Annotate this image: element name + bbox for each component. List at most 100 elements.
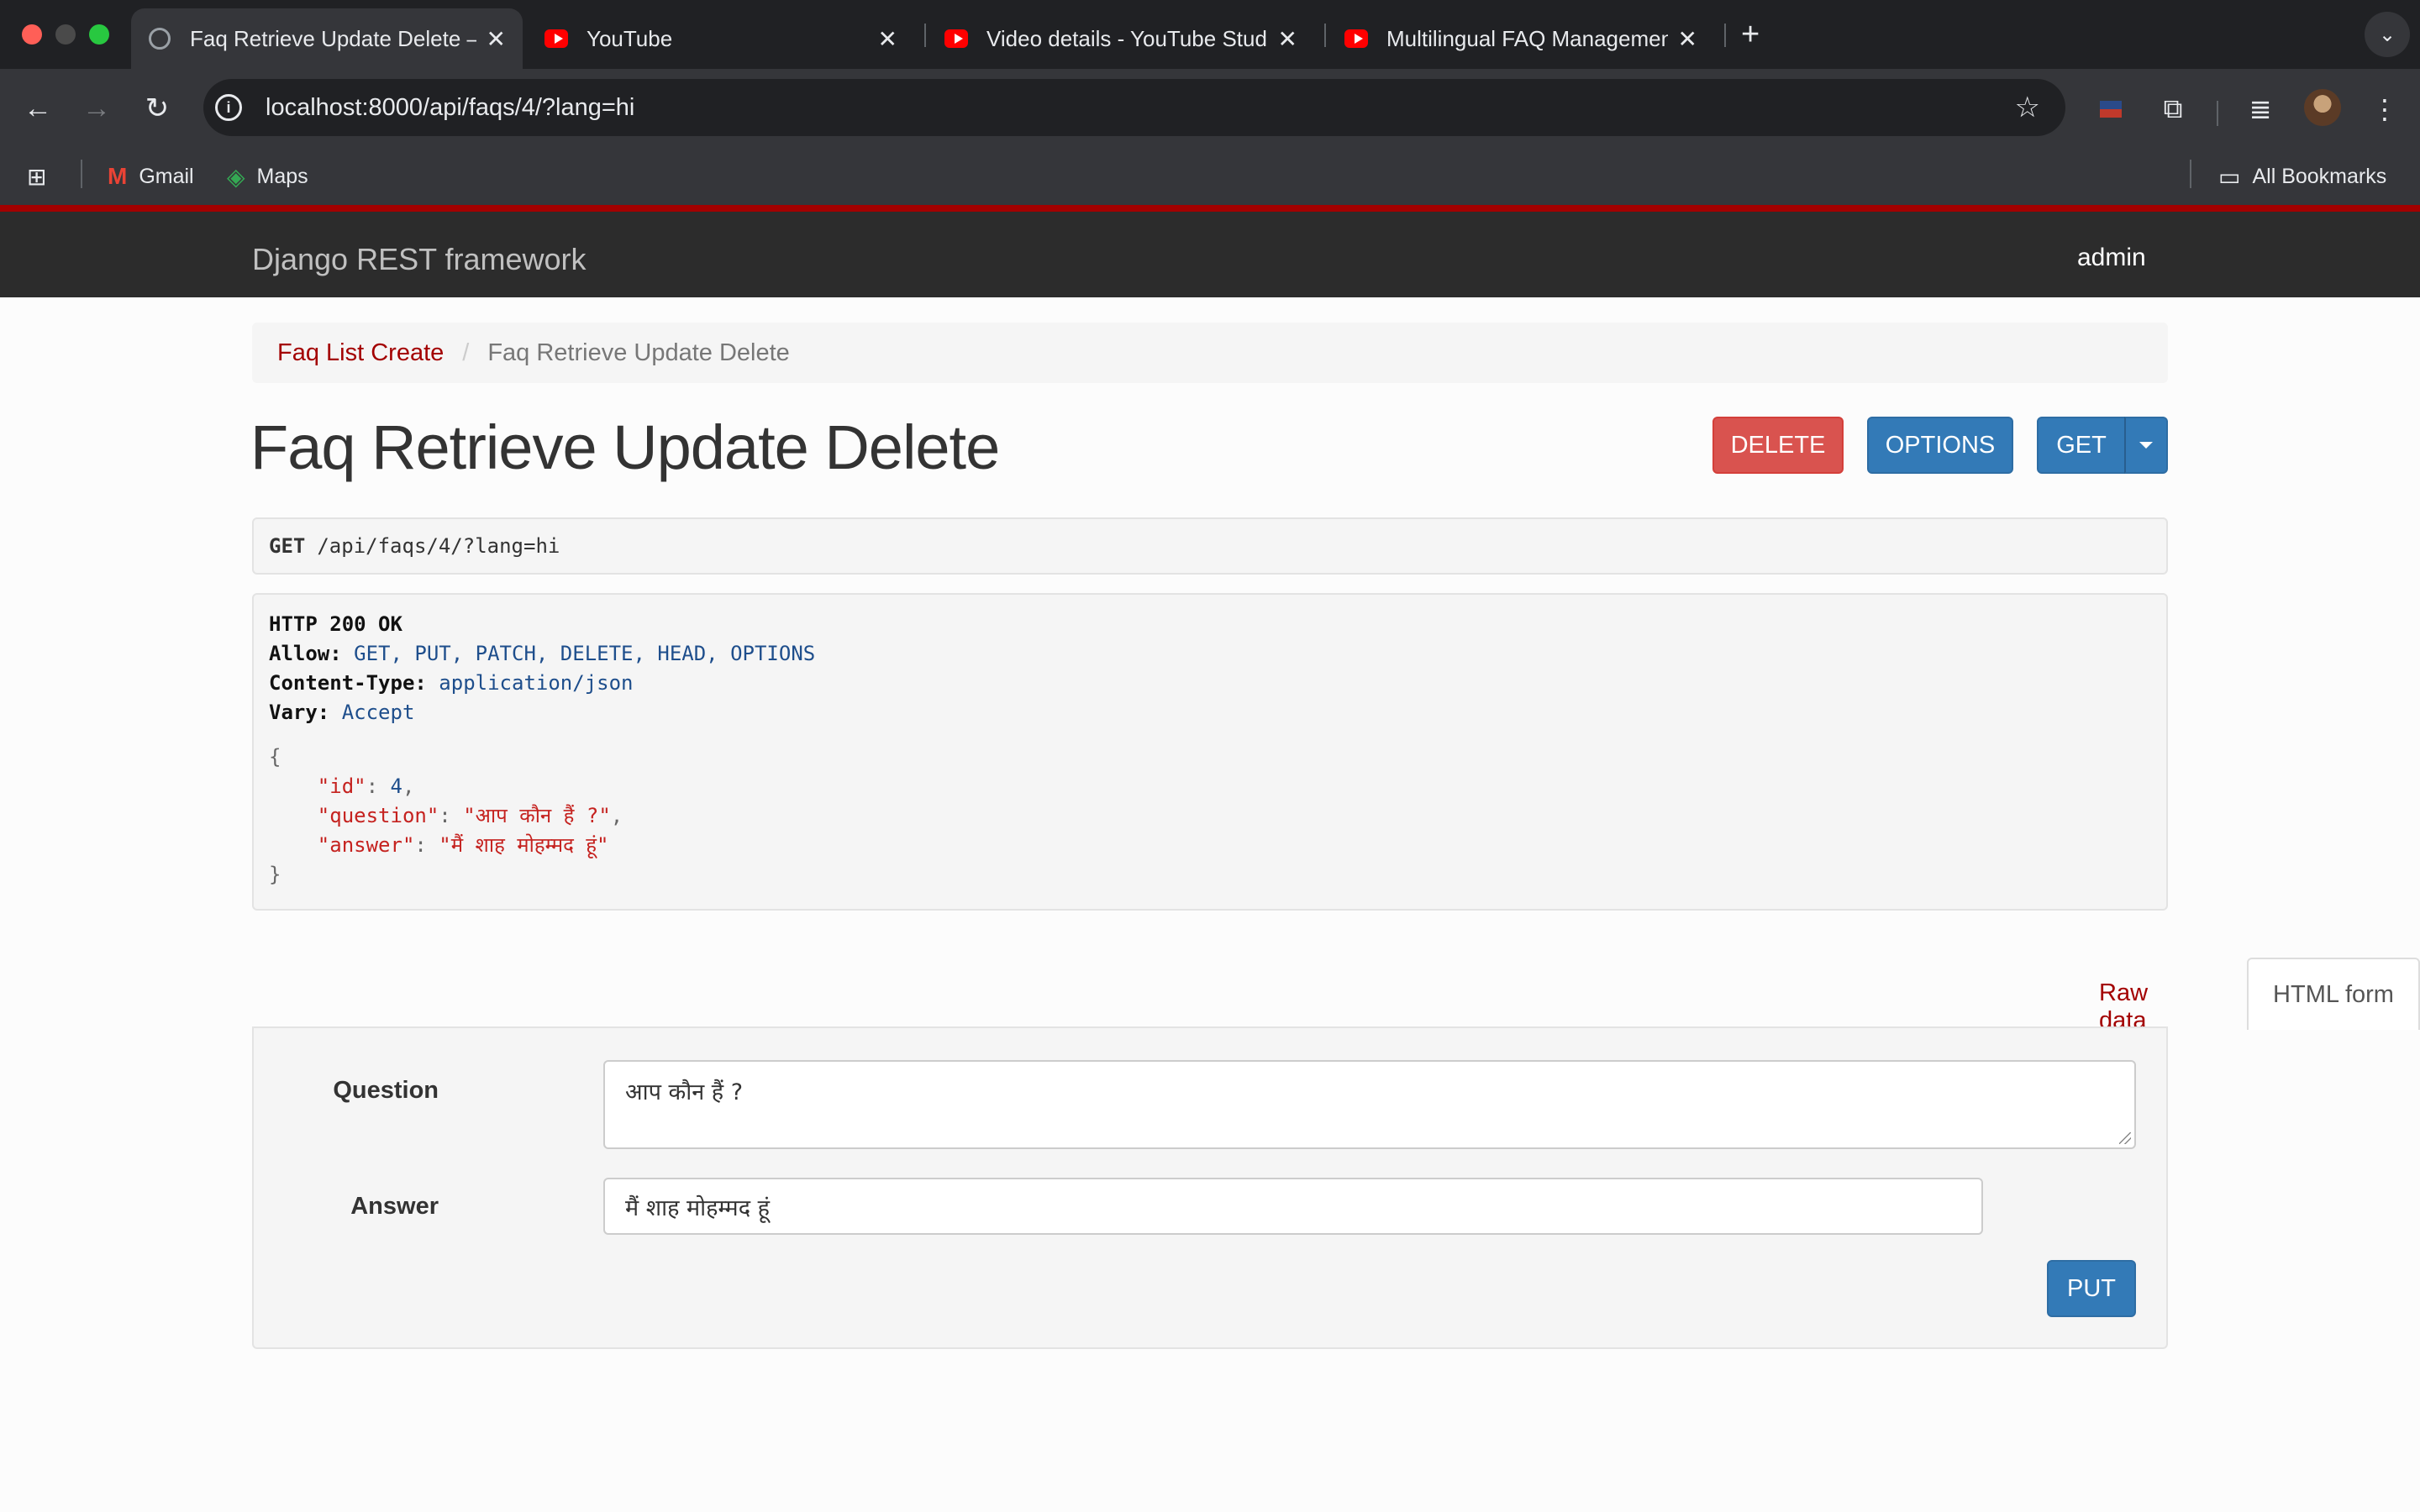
bookmark-divider: [2190, 160, 2191, 188]
puzzle-icon[interactable]: ⧉: [2156, 92, 2190, 126]
close-tab-icon[interactable]: ✕: [1278, 25, 1297, 53]
tab-title: Faq Retrieve Update Delete – Dj: [190, 25, 476, 51]
close-window-button[interactable]: [22, 24, 42, 45]
drf-navbar: Django REST framework admin: [0, 205, 2420, 297]
json-open-brace: {: [269, 745, 281, 769]
json-key: "id": [317, 774, 366, 798]
all-bookmarks-label: All Bookmarks: [2252, 164, 2387, 188]
browser-tab[interactable]: Multilingual FAQ Management ✕: [1328, 8, 1714, 69]
tab-divider: [1324, 24, 1326, 47]
youtube-icon: [944, 27, 968, 50]
bookmark-label: Maps: [256, 164, 308, 188]
youtube-icon: [544, 27, 568, 50]
question-value: आप कौन हैं ?: [625, 1079, 744, 1105]
browser-chrome: Faq Retrieve Update Delete – Dj ✕ YouTub…: [0, 0, 2420, 205]
bookmark-divider: [81, 160, 82, 188]
response-status: HTTP 200 OK: [269, 612, 402, 636]
answer-field[interactable]: मैं शाह मोहम्मद हूं: [603, 1178, 1983, 1235]
tab-title: Video details - YouTube Studio: [986, 25, 1268, 51]
header-key: Vary:: [269, 701, 330, 724]
media-controls-icon[interactable]: ≣: [2244, 92, 2277, 126]
json-key: "question": [317, 804, 439, 827]
form-tabs: Raw data HTML form: [252, 958, 2420, 1034]
answer-label: Answer: [350, 1193, 439, 1220]
more-menu-icon[interactable]: ⋮: [2368, 92, 2402, 126]
arrow-left-icon: ←: [24, 92, 52, 124]
close-tab-icon[interactable]: ✕: [878, 25, 897, 53]
header-key: Allow:: [269, 642, 342, 665]
back-button[interactable]: ←: [17, 87, 59, 129]
close-tab-icon[interactable]: ✕: [1678, 25, 1697, 53]
arrow-right-icon: →: [82, 92, 111, 124]
caret-down-icon: [2139, 442, 2153, 449]
request-info: GET /api/faqs/4/?lang=hi: [252, 517, 2168, 575]
maximize-window-button[interactable]: [89, 24, 109, 45]
maps-icon: ◈: [227, 163, 245, 190]
forward-button[interactable]: →: [76, 87, 118, 129]
tab-divider: [924, 24, 926, 47]
new-tab-button[interactable]: +: [1741, 18, 1760, 50]
request-path: /api/faqs/4/?lang=hi: [317, 534, 560, 558]
json-value: "मैं शाह मोहम्मद हूं": [439, 833, 609, 857]
json-comma: ,: [402, 774, 415, 798]
options-button[interactable]: OPTIONS: [1867, 417, 2013, 474]
breadcrumb-current: Faq Retrieve Update Delete: [487, 339, 790, 366]
tab-search-button[interactable]: ⌄: [2365, 12, 2410, 57]
globe-icon: [148, 27, 171, 50]
profile-avatar[interactable]: [2304, 89, 2341, 126]
put-button[interactable]: PUT: [2047, 1260, 2136, 1317]
toolbar-divider: [2217, 101, 2218, 126]
json-value: 4: [390, 774, 402, 798]
tab-html-form[interactable]: HTML form: [2247, 958, 2420, 1030]
get-button[interactable]: GET: [2037, 417, 2126, 474]
header-value: Accept: [341, 701, 415, 724]
extension-flag-icon[interactable]: [2094, 92, 2128, 126]
reload-icon: ↻: [145, 92, 170, 124]
bookmark-gmail[interactable]: M Gmail: [108, 160, 194, 193]
url-text[interactable]: localhost:8000/api/faqs/4/?lang=hi: [266, 94, 634, 122]
json-comma: ,: [610, 804, 623, 827]
chevron-down-icon: ⌄: [2378, 23, 2396, 46]
brand-link[interactable]: Django REST framework: [252, 242, 586, 277]
youtube-icon: [1344, 27, 1368, 50]
tab-title: Multilingual FAQ Management: [1386, 25, 1668, 51]
page-title: Faq Retrieve Update Delete: [250, 412, 1000, 482]
breadcrumb: Faq List Create / Faq Retrieve Update De…: [252, 323, 2168, 383]
reload-button[interactable]: ↻: [136, 87, 178, 129]
response-info: HTTP 200 OK Allow: GET, PUT, PATCH, DELE…: [252, 593, 2168, 911]
browser-tab-active[interactable]: Faq Retrieve Update Delete – Dj ✕: [131, 8, 523, 69]
header-value: GET, PUT, PATCH, DELETE, HEAD, OPTIONS: [354, 642, 816, 665]
apps-grid-icon[interactable]: ⊞: [27, 160, 58, 193]
browser-tab[interactable]: Video details - YouTube Studio ✕: [928, 8, 1314, 69]
resize-handle-icon[interactable]: [2119, 1132, 2131, 1144]
all-bookmarks[interactable]: ▭ All Bookmarks: [2218, 160, 2386, 193]
user-menu[interactable]: admin: [2077, 244, 2146, 272]
bookmark-label: Gmail: [139, 164, 194, 188]
bookmark-star-icon[interactable]: ☆: [2015, 91, 2040, 124]
tab-strip: Faq Retrieve Update Delete – Dj ✕ YouTub…: [0, 0, 2420, 69]
question-label: Question: [333, 1077, 439, 1104]
breadcrumb-separator: /: [462, 339, 470, 366]
answer-value: मैं शाह मोहम्मद हूं: [625, 1194, 770, 1221]
json-value: "आप कौन हैं ?": [463, 804, 611, 827]
html-form-panel: Question आप कौन हैं ? Answer मैं शाह मोह…: [252, 1026, 2168, 1349]
address-bar[interactable]: i localhost:8000/api/faqs/4/?lang=hi ☆: [203, 79, 2065, 136]
header-value: application/json: [439, 671, 634, 695]
browser-tab[interactable]: YouTube ✕: [528, 8, 914, 69]
tab-title: YouTube: [587, 25, 673, 51]
gmail-icon: M: [108, 163, 128, 189]
minimize-window-button[interactable]: [55, 24, 76, 45]
delete-button[interactable]: DELETE: [1712, 417, 1844, 474]
breadcrumb-link-faq-list[interactable]: Faq List Create: [277, 339, 444, 367]
bookmark-maps[interactable]: ◈ Maps: [227, 160, 308, 193]
get-format-dropdown[interactable]: [2124, 417, 2168, 474]
close-tab-icon[interactable]: ✕: [487, 25, 506, 53]
json-close-brace: }: [269, 863, 281, 886]
site-info-icon[interactable]: i: [215, 94, 242, 121]
bookmarks-bar: ⊞ M Gmail ◈ Maps ▭ All Bookmarks: [0, 148, 2420, 205]
request-method: GET: [269, 534, 306, 558]
json-key: "answer": [317, 833, 415, 857]
question-field[interactable]: आप कौन हैं ?: [603, 1060, 2136, 1149]
browser-toolbar: ← → ↻ i localhost:8000/api/faqs/4/?lang=…: [0, 69, 2420, 148]
folder-icon: ▭: [2218, 163, 2241, 190]
